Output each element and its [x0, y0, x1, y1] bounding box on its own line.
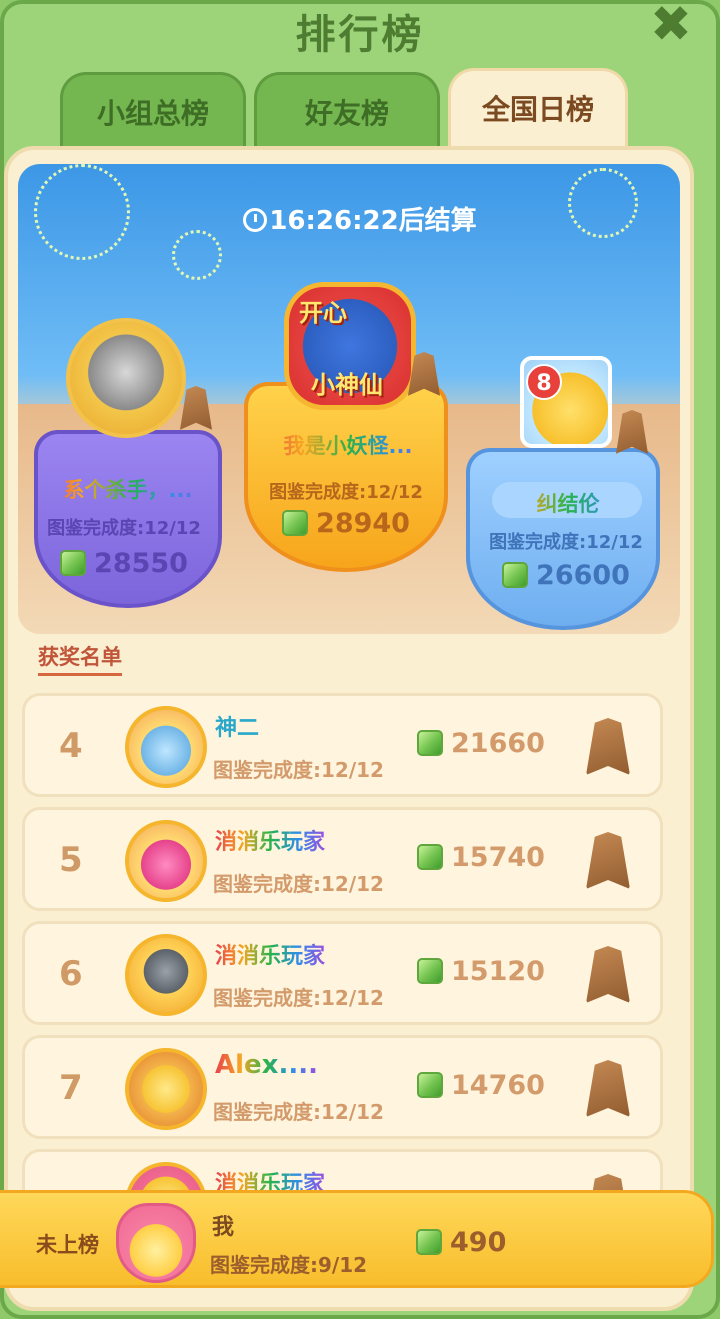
row-completion: 图鉴完成度:12/12	[213, 986, 384, 1010]
podium-score: 26600	[466, 560, 666, 591]
gem-icon	[282, 510, 309, 536]
rank-number: 5	[59, 840, 83, 880]
my-name: 我	[212, 1215, 235, 1240]
row-score: 21660	[417, 728, 545, 759]
timer-text: 16:26:22后结算	[269, 206, 477, 236]
firework-decoration	[172, 230, 222, 280]
podium-name: 系个杀手，...	[38, 474, 218, 504]
badge-text: 小神仙	[311, 371, 383, 399]
podium-completion: 图鉴完成度:12/12	[47, 518, 201, 539]
avatar	[125, 1048, 207, 1130]
row-name: Alex....	[215, 1050, 318, 1080]
row-completion: 图鉴完成度:12/12	[213, 758, 384, 782]
table-row[interactable]: 7 Alex.... 图鉴完成度:12/12 14760	[22, 1035, 663, 1139]
podium-shield	[244, 382, 448, 572]
podium-score: 28940	[246, 508, 446, 539]
rank-number: 6	[59, 954, 83, 994]
gem-icon	[416, 1229, 442, 1255]
table-row[interactable]: 6 消消乐玩家 图鉴完成度:12/12 15120	[22, 921, 663, 1025]
row-completion: 图鉴完成度:12/12	[213, 1100, 384, 1124]
clock-icon	[243, 208, 268, 232]
bear-badge-icon	[586, 832, 630, 889]
avatar	[125, 706, 207, 788]
avatar	[116, 1203, 196, 1283]
bear-badge-icon	[586, 718, 630, 775]
title-badge: 开心 小神仙	[284, 282, 416, 410]
my-rank-status: 未上榜	[36, 1233, 99, 1257]
tab-group-total[interactable]: 小组总榜	[60, 72, 246, 152]
gem-icon	[417, 958, 443, 984]
row-completion: 图鉴完成度:12/12	[213, 872, 384, 896]
winners-list-label: 获奖名单	[38, 641, 122, 676]
my-rank-bar[interactable]: 未上榜 我 图鉴完成度:9/12 490	[0, 1190, 714, 1288]
gem-icon	[417, 844, 443, 870]
gem-icon	[417, 1072, 443, 1098]
podium-name: 我是小妖怪...	[258, 430, 438, 460]
gem-icon	[60, 550, 87, 576]
row-score: 15740	[417, 842, 545, 873]
avatar	[66, 318, 186, 438]
rank-number: 4	[59, 726, 83, 766]
avatar	[125, 820, 207, 902]
page-title: 排行榜	[295, 12, 425, 58]
podium-completion: 图鉴完成度:12/12	[269, 482, 423, 503]
row-name: 神二	[215, 716, 260, 741]
tab-friends[interactable]: 好友榜	[254, 72, 440, 152]
row-name: 消消乐玩家	[215, 824, 325, 856]
table-row[interactable]: 4 神二 图鉴完成度:12/12 21660	[22, 693, 663, 797]
badge-text: 开心	[299, 299, 347, 327]
avatar	[125, 934, 207, 1016]
gem-icon	[417, 730, 443, 756]
rank-number: 7	[59, 1068, 83, 1108]
podium-score: 28550	[24, 548, 224, 579]
row-score: 14760	[417, 1070, 545, 1101]
my-score: 490	[416, 1227, 506, 1258]
notification-badge: 8	[526, 364, 562, 400]
gem-icon	[502, 562, 529, 588]
podium-name: 纠结伦	[478, 488, 658, 518]
row-name: 消消乐玩家	[215, 938, 325, 970]
row-score: 15120	[417, 956, 545, 987]
bear-badge-icon	[586, 946, 630, 1003]
close-icon[interactable]: ✖	[648, 0, 694, 50]
tab-national-daily[interactable]: 全国日榜	[448, 68, 628, 158]
settlement-timer: 16:26:22后结算	[0, 200, 720, 237]
bear-badge-icon	[586, 1060, 630, 1117]
my-completion: 图鉴完成度:9/12	[210, 1253, 368, 1277]
podium-completion: 图鉴完成度:12/12	[489, 532, 643, 553]
table-row[interactable]: 5 消消乐玩家 图鉴完成度:12/12 15740	[22, 807, 663, 911]
